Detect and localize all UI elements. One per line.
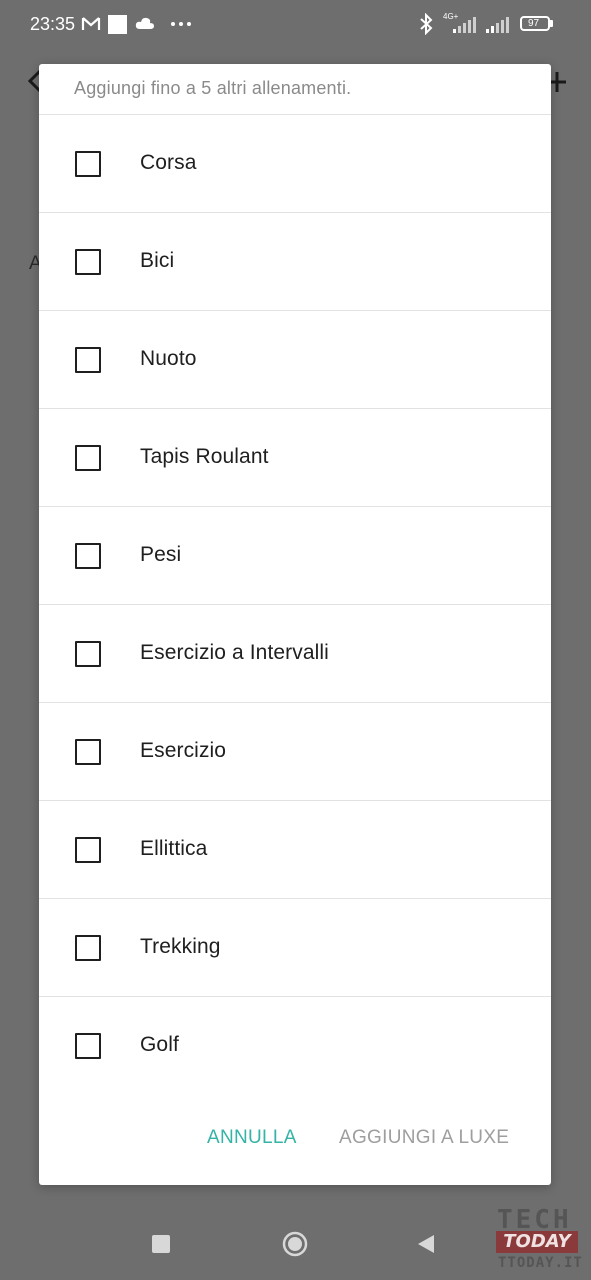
dialog-subtitle: Aggiungi fino a 5 altri allenamenti. [74, 78, 352, 98]
checkbox[interactable] [75, 1033, 101, 1059]
workout-label: Ellittica [140, 837, 208, 860]
techtoday-watermark: TECH TODAY TTODAY.IT [494, 1205, 584, 1275]
battery-icon: 97 [520, 16, 550, 31]
recents-button[interactable] [152, 1235, 170, 1253]
workout-label: Trekking [140, 935, 221, 958]
add-to-luxe-button[interactable]: AGGIUNGI A LUXE [339, 1127, 509, 1149]
battery-tip [550, 20, 553, 27]
add-workouts-dialog: Aggiungi fino a 5 altri allenamenti. Cor… [39, 64, 551, 1185]
watermark-site: TTODAY.IT [498, 1255, 583, 1271]
square-notification-icon [108, 15, 127, 34]
checkbox[interactable] [75, 739, 101, 765]
workout-option-bici[interactable]: Bici [39, 213, 551, 311]
workout-label: Nuoto [140, 347, 197, 370]
checkbox[interactable] [75, 543, 101, 569]
watermark-today: TODAY [496, 1231, 578, 1253]
workout-label: Golf [140, 1033, 179, 1056]
checkbox[interactable] [75, 837, 101, 863]
workout-option-tapis-roulant[interactable]: Tapis Roulant [39, 409, 551, 507]
checkbox[interactable] [75, 249, 101, 275]
battery-level: 97 [528, 18, 540, 29]
home-button[interactable] [282, 1231, 308, 1257]
workout-label: Esercizio [140, 739, 227, 762]
workout-label: Corsa [140, 151, 197, 174]
workout-label: Tapis Roulant [140, 445, 269, 468]
workout-option-esercizio-a-intervalli[interactable]: Esercizio a Intervalli [39, 605, 551, 703]
signal-icon [453, 17, 476, 33]
workout-list: Corsa Bici Nuoto Tapis Roulant Pesi Eser… [39, 115, 551, 1094]
signal-icon [486, 17, 509, 33]
checkbox[interactable] [75, 935, 101, 961]
workout-option-corsa[interactable]: Corsa [39, 115, 551, 213]
checkbox[interactable] [75, 641, 101, 667]
back-button[interactable] [417, 1234, 435, 1254]
dialog-actions: ANNULLA AGGIUNGI A LUXE [39, 1109, 551, 1169]
checkbox[interactable] [75, 151, 101, 177]
cloud-icon [135, 17, 154, 29]
workout-label: Pesi [140, 543, 182, 566]
workout-option-nuoto[interactable]: Nuoto [39, 311, 551, 409]
status-time: 23:35 [30, 14, 76, 34]
gmail-icon [81, 17, 101, 30]
status-bar: 23:35 4G+ 97 [0, 0, 591, 50]
more-dots-icon [171, 22, 191, 26]
workout-option-ellittica[interactable]: Ellittica [39, 801, 551, 899]
dialog-header: Aggiungi fino a 5 altri allenamenti. [39, 64, 551, 115]
cancel-button[interactable]: ANNULLA [207, 1127, 297, 1149]
workout-option-pesi[interactable]: Pesi [39, 507, 551, 605]
workout-label: Esercizio a Intervalli [140, 641, 329, 664]
checkbox[interactable] [75, 445, 101, 471]
workout-option-golf[interactable]: Golf [39, 997, 551, 1094]
workout-label: Bici [140, 249, 175, 272]
workout-option-esercizio[interactable]: Esercizio [39, 703, 551, 801]
checkbox[interactable] [75, 347, 101, 373]
workout-option-trekking[interactable]: Trekking [39, 899, 551, 997]
bluetooth-icon [420, 13, 433, 35]
